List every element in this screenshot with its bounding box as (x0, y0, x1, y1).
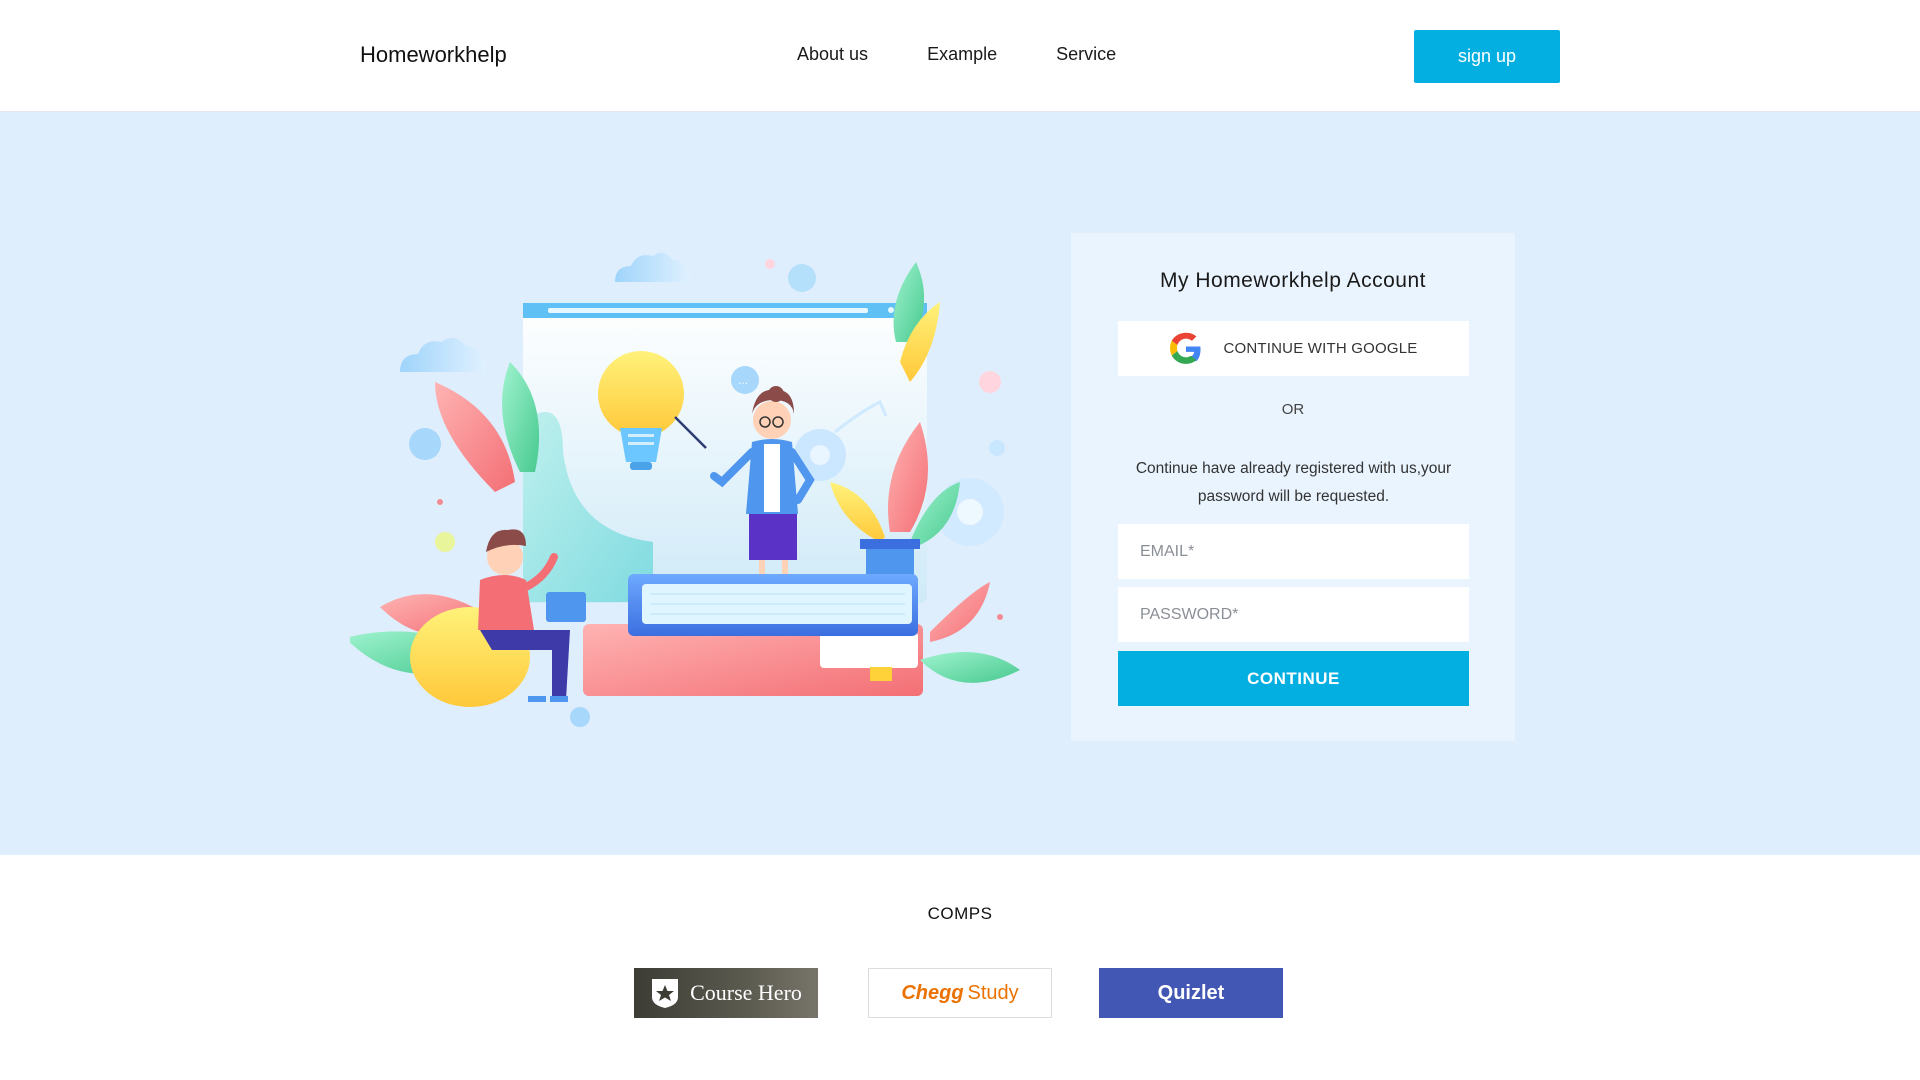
course-hero-wordmark: Course Hero (690, 980, 802, 1005)
chegg-wordmark: Chegg (901, 981, 964, 1004)
login-note: Continue have already registered with us… (1135, 460, 1452, 505)
continue-button[interactable]: CONTINUE (1118, 651, 1469, 706)
password-field[interactable] (1118, 587, 1469, 642)
login-card: My Homeworkhelp Account CONTINUE WITH GO… (1071, 233, 1515, 741)
course-hero-shield-icon (652, 979, 679, 1008)
quizlet-logo[interactable]: Quizlet (1099, 968, 1283, 1018)
nav-example[interactable]: Example (927, 44, 997, 65)
quizlet-wordmark: Quizlet (1157, 981, 1225, 1004)
study-wordmark: Study (967, 981, 1019, 1004)
education-illustration: … (350, 252, 1020, 727)
or-divider: OR (1281, 401, 1305, 418)
svg-text:…: … (738, 376, 748, 387)
sign-up-button[interactable]: sign up (1414, 30, 1560, 83)
main-nav: About us Example Service (797, 44, 1116, 65)
course-hero-logo[interactable]: Course Hero (634, 968, 818, 1018)
google-button-label: CONTINUE WITH GOOGLE (1223, 340, 1418, 357)
continue-with-google-button[interactable]: CONTINUE WITH GOOGLE (1118, 321, 1469, 376)
email-field[interactable] (1118, 524, 1469, 579)
chegg-study-logo[interactable]: Chegg Study (868, 968, 1052, 1018)
nav-about-us[interactable]: About us (797, 44, 868, 65)
google-icon (1170, 332, 1202, 364)
comps-heading: COMPS (927, 904, 993, 923)
hero-section: … My Homeworkhelp Account CONTINUE WITH … (0, 112, 1920, 855)
login-title: My Homeworkhelp Account (1160, 269, 1426, 292)
top-navbar: Homeworkhelp About us Example Service si… (0, 0, 1920, 112)
nav-service[interactable]: Service (1056, 44, 1116, 65)
brand-logo[interactable]: Homeworkhelp (360, 42, 507, 68)
